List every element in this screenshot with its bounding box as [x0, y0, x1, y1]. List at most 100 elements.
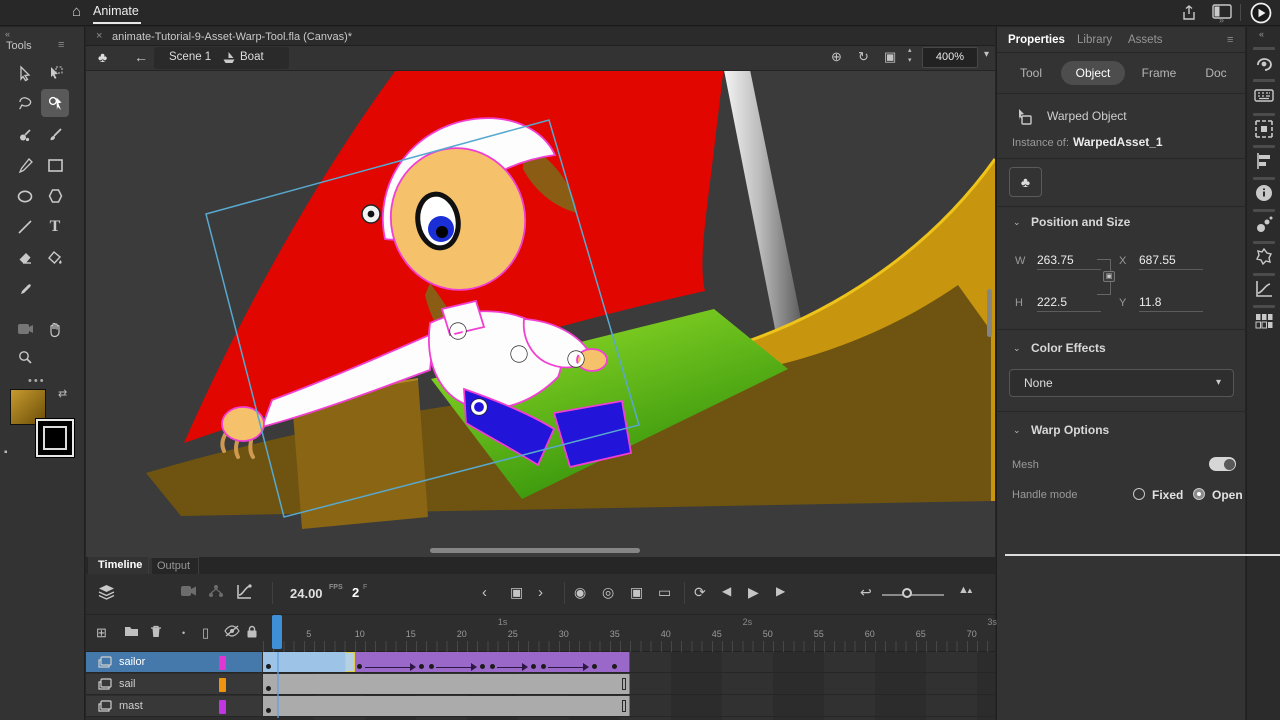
close-document-icon[interactable]: × — [96, 30, 102, 42]
layer-color-chip[interactable] — [219, 656, 226, 670]
keyframe-dot[interactable] — [490, 664, 495, 669]
color-effect-dropdown[interactable]: None ▾ — [1009, 369, 1234, 397]
classic-brush-tool[interactable] — [41, 121, 69, 149]
frame-span[interactable] — [263, 696, 630, 716]
height-field[interactable]: 222.5 — [1037, 295, 1101, 312]
onion-skin-outline-button[interactable]: ◎ — [602, 584, 614, 601]
timeline-zoom-slider[interactable] — [882, 594, 944, 596]
swap-colors-icon[interactable]: ⇄ — [58, 387, 67, 400]
graph-editor-icon[interactable] — [236, 584, 252, 602]
back-button[interactable]: ← — [134, 49, 148, 65]
eraser-tool[interactable] — [11, 244, 39, 272]
layer-color-chip[interactable] — [219, 700, 226, 714]
collapse-warp-options-icon[interactable]: ⌄ — [1013, 425, 1021, 436]
fragment-icon[interactable] — [1254, 247, 1274, 267]
playhead[interactable] — [272, 615, 282, 649]
keyframe-dot[interactable] — [480, 664, 485, 669]
info-icon[interactable] — [1254, 183, 1274, 203]
layer-frames[interactable] — [263, 652, 995, 673]
canvas-vertical-scrollbar[interactable] — [987, 289, 992, 337]
oval-tool[interactable] — [11, 182, 39, 210]
home-icon[interactable]: ⌂ — [72, 3, 81, 20]
layer-frames[interactable] — [263, 696, 995, 717]
layer-name[interactable]: sailor — [119, 656, 145, 668]
polystar-tool[interactable] — [41, 182, 69, 210]
collapse-position-size-icon[interactable]: ⌄ — [1013, 217, 1021, 228]
warp-options-title[interactable]: Warp Options — [1031, 423, 1109, 437]
layer-color-chip[interactable] — [219, 678, 226, 692]
subtab-frame[interactable]: Frame — [1131, 61, 1187, 85]
step-back-button[interactable]: ◀ — [722, 584, 731, 598]
camera-icon[interactable] — [180, 584, 197, 600]
loop-button[interactable]: ⟳ — [694, 584, 706, 601]
swap-warped-asset-button[interactable]: ♣ — [1009, 167, 1042, 197]
frame-span-button[interactable]: ▭ — [658, 584, 671, 601]
handle-mode-fixed-radio[interactable] — [1133, 488, 1145, 500]
layer-head[interactable]: mast — [86, 696, 262, 717]
selected-frame[interactable] — [345, 652, 355, 672]
prev-keyframe-button[interactable]: ‹ — [482, 584, 487, 601]
tab-library[interactable]: Library — [1077, 34, 1112, 46]
play-button[interactable]: ▶ — [748, 584, 759, 601]
collapse-tools-icon[interactable]: « — [5, 29, 10, 39]
layer-head[interactable]: sailor — [86, 652, 262, 673]
keyframe-dot[interactable] — [419, 664, 424, 669]
lasso-tool[interactable] — [11, 89, 39, 117]
keyboard-icon[interactable] — [1254, 85, 1274, 105]
layer-name[interactable]: mast — [119, 700, 143, 712]
more-tools-button[interactable]: ••• — [28, 375, 46, 387]
text-tool[interactable]: T — [41, 213, 69, 241]
handle-mode-open-label[interactable]: Open — [1212, 488, 1243, 502]
keyframe-dot[interactable] — [541, 664, 546, 669]
keyframe-dot[interactable] — [266, 708, 271, 713]
tab-properties[interactable]: Properties — [1008, 34, 1065, 46]
tools-panel-menu-icon[interactable]: ≡ — [58, 39, 64, 51]
y-field[interactable]: 11.8 — [1139, 295, 1203, 312]
default-colors-icon[interactable]: ▪ — [4, 447, 8, 458]
next-keyframe-button[interactable]: › — [538, 584, 543, 601]
center-stage-button[interactable]: ⊕ — [831, 49, 842, 65]
share-icon[interactable] — [1180, 4, 1200, 22]
zoom-tool[interactable] — [11, 343, 39, 371]
subtab-doc[interactable]: Doc — [1193, 61, 1239, 85]
layers-stack-icon[interactable] — [98, 584, 115, 603]
timeline-fit-icon[interactable]: ▲▲ — [958, 584, 971, 596]
collapse-color-effects-icon[interactable]: ⌄ — [1013, 343, 1021, 354]
properties-menu-icon[interactable]: ≡ — [1227, 34, 1233, 46]
camera-tool[interactable] — [11, 315, 39, 343]
keyframe-dot[interactable] — [531, 664, 536, 669]
tab-output[interactable]: Output — [148, 557, 199, 574]
panel-divider-highlight[interactable] — [1005, 554, 1280, 556]
layer-frames[interactable] — [263, 674, 995, 695]
keyframe-dot[interactable] — [266, 664, 271, 669]
step-forward-button[interactable]: ▶ — [776, 584, 785, 598]
clip-content-button[interactable]: ▣ — [884, 49, 896, 65]
expand-panel-icon[interactable]: » — [1219, 15, 1224, 25]
stepper-down-icon[interactable]: ▾ — [908, 57, 912, 64]
app-tab-animate[interactable]: Animate — [93, 4, 139, 18]
frame-grid-icon[interactable] — [1254, 311, 1274, 331]
align-icon[interactable] — [1254, 151, 1274, 171]
layer-head[interactable]: sail — [86, 674, 262, 695]
minimize-window-button[interactable] — [32, 7, 44, 19]
subtab-tool[interactable]: Tool — [1005, 61, 1057, 85]
instance-name-value[interactable]: WarpedAsset_1 — [1073, 135, 1163, 149]
breadcrumb-scene[interactable]: Scene 1 — [169, 51, 211, 63]
close-window-button[interactable] — [12, 7, 24, 19]
insert-keyframe-button[interactable]: ▣ — [510, 584, 523, 601]
timeline-zoom-knob[interactable] — [902, 588, 912, 598]
current-frame-value[interactable]: 2 — [352, 585, 359, 600]
stage-canvas[interactable] — [86, 71, 995, 557]
line-tool[interactable] — [11, 213, 39, 241]
breadcrumb-symbol[interactable]: Boat — [240, 51, 264, 63]
stroke-color-swatch[interactable] — [36, 419, 74, 457]
document-tab-title[interactable]: animate-Tutorial-9-Asset-Warp-Tool.fla (… — [112, 31, 352, 43]
position-size-title[interactable]: Position and Size — [1031, 215, 1130, 229]
brush-swirl-icon[interactable] — [1254, 53, 1274, 73]
zoom-window-button[interactable] — [52, 7, 64, 19]
handle-mode-fixed-label[interactable]: Fixed — [1152, 488, 1183, 502]
fluid-brush-tool[interactable] — [11, 121, 39, 149]
keyframe-dot[interactable] — [592, 664, 597, 669]
mesh-grid-icon[interactable] — [1254, 119, 1274, 139]
subtab-object[interactable]: Object — [1061, 61, 1125, 85]
